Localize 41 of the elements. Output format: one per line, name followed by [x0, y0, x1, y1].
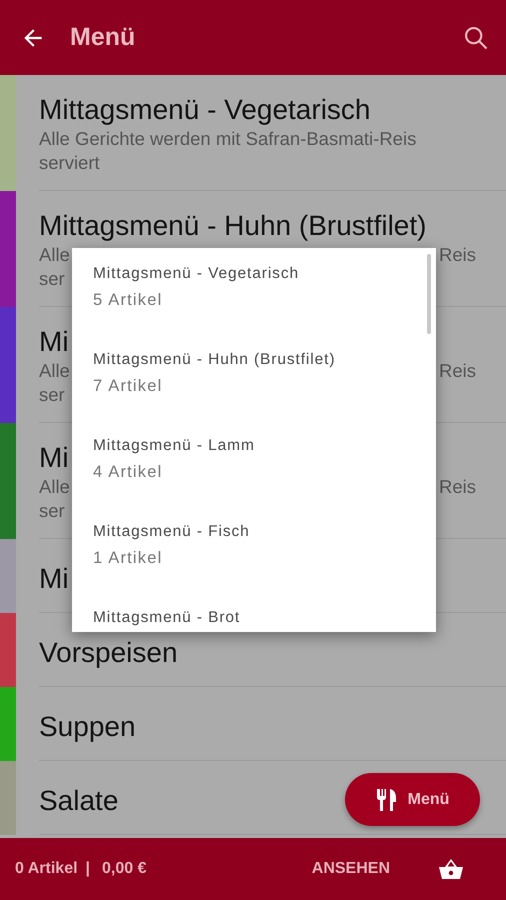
popup-item[interactable]: Mittagsmenü - Lamm 4 Artikel [72, 436, 436, 522]
popup-item-count: 4 Artikel [93, 462, 164, 482]
popup-item-count: 5 Artikel [93, 290, 164, 310]
category-description: Alle Gerichte werden mit Safran-Basmati-Reis serviert [39, 127, 418, 175]
category-title[interactable]: Mi [39, 562, 69, 596]
screen-title: Menü [70, 23, 136, 52]
category-title[interactable]: Vorspeisen [39, 636, 178, 670]
category-description: ser [39, 267, 65, 291]
popup-item-count: 7 Artikel [93, 376, 164, 396]
popup-item-name: Mittagsmenü - Brot [93, 608, 242, 628]
menu-fab-button[interactable]: Menü [345, 773, 480, 826]
category-description: Alle [39, 359, 70, 383]
separator: | [86, 860, 90, 878]
popup-item[interactable]: Mittagsmenü - Huhn (Brustfilet) 7 Artikel [72, 350, 436, 436]
scrollbar-thumb[interactable] [427, 254, 431, 334]
category-title[interactable]: Mittagsmenü - Vegetarisch [39, 93, 370, 127]
popup-item-name: Mittagsmenü - Fisch [93, 522, 251, 542]
category-description: Alle [39, 475, 70, 499]
popup-item[interactable]: Mittagsmenü - Fisch 1 Artikel [72, 522, 436, 608]
popup-item[interactable]: Mittagsmenü - Vegetarisch 5 Artikel [72, 264, 436, 350]
category-description: Reis [438, 243, 476, 267]
category-title[interactable]: Suppen [39, 710, 136, 744]
category-title[interactable]: Mi [39, 325, 69, 359]
cart-total: 0,00 € [102, 860, 147, 878]
category-description: Alle [39, 243, 70, 267]
cutlery-icon [376, 788, 398, 812]
popup-item-name: Mittagsmenü - Vegetarisch [93, 264, 300, 284]
view-cart-button[interactable]: ANSEHEN [312, 854, 390, 884]
popup-item[interactable]: Mittagsmenü - Brot [72, 608, 436, 632]
cart-count: 0 Artikel [15, 860, 78, 878]
category-title[interactable]: Salate [39, 784, 118, 818]
category-description: ser [39, 383, 65, 407]
popup-item-count: 1 Artikel [93, 548, 164, 568]
category-title[interactable]: Mittagsmenü - Huhn (Brustfilet) [39, 209, 426, 243]
category-description: Reis [438, 475, 476, 499]
popup-item-name: Mittagsmenü - Lamm [93, 436, 256, 456]
popup-item-name: Mittagsmenü - Huhn (Brustfilet) [93, 350, 336, 370]
category-description: Reis [438, 359, 476, 383]
category-title[interactable]: Mi [39, 441, 69, 475]
category-description: ser [39, 499, 65, 523]
basket-icon[interactable] [438, 857, 464, 881]
